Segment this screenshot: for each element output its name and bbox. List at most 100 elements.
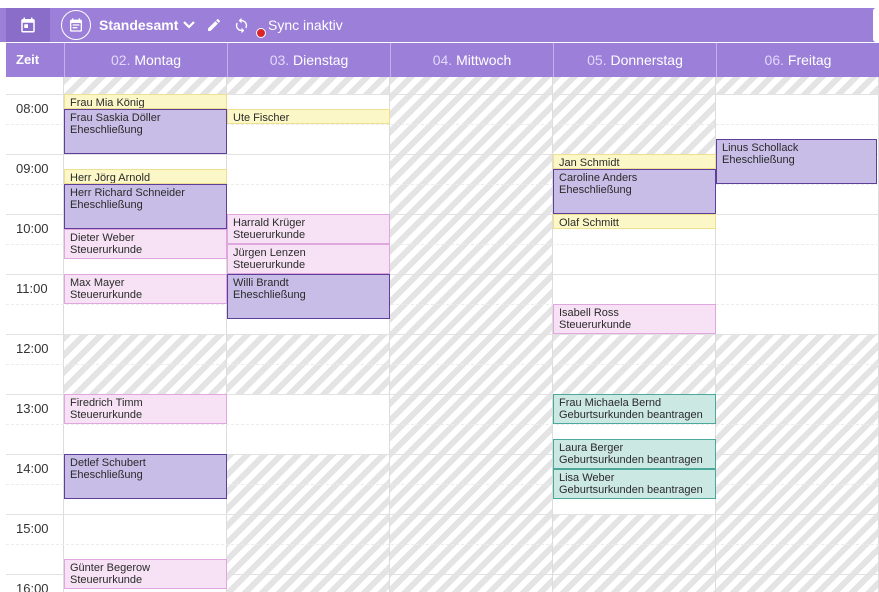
half-hour-line [6, 304, 879, 305]
unavailable-slot [64, 77, 226, 94]
status-dot-icon [256, 28, 266, 38]
day-number: 06. [764, 52, 784, 68]
zeit-header: Zeit [16, 52, 40, 67]
day-number: 05. [587, 52, 607, 68]
appointment-name: Max Mayer [70, 277, 125, 289]
appointment[interactable]: Frau Mia König [64, 94, 227, 109]
appointment[interactable]: Jürgen Lenzen Steuerurkunde [227, 244, 390, 274]
day-name: Freitag [787, 52, 832, 68]
day-name: Donnerstag [610, 52, 683, 68]
appointment-type: Eheschließung [70, 124, 143, 136]
calendar-view-button[interactable] [6, 8, 50, 42]
appointment[interactable]: Herr Jörg Arnold [64, 169, 227, 184]
appointment-name: Harrald Krüger [233, 217, 306, 229]
appointment-type: Eheschließung [70, 199, 143, 211]
toolbar: Standesamt Sync inaktiv [0, 8, 879, 42]
appointment[interactable]: Firedrich Timm Steuerurkunde [64, 394, 227, 424]
half-hour-line [6, 364, 879, 365]
day-header: Zeit 02. Montag 03. Dienstag 04. Mittwoc… [6, 43, 879, 77]
time-label: 13:00 [16, 401, 49, 416]
calendar-circle-icon [70, 18, 82, 32]
appointment-name: Willi Brandt [233, 277, 289, 289]
calendar-name[interactable]: Standesamt [99, 8, 178, 42]
appointment[interactable]: Olaf Schmitt [553, 214, 716, 229]
day-header-dienstag[interactable]: 03. Dienstag [227, 43, 390, 77]
calendar-icon [21, 17, 35, 33]
hour-line [6, 514, 879, 515]
appointment[interactable]: Harrald Krüger Steuerurkunde [227, 214, 390, 244]
appointment-type: Steuerurkunde [70, 574, 143, 586]
appointment[interactable]: Dieter Weber Steuerurkunde [64, 229, 227, 259]
appointment[interactable]: Herr Richard Schneider Eheschließung [64, 184, 227, 229]
calendar-picker-button[interactable] [61, 10, 91, 40]
time-label: 12:00 [16, 341, 49, 356]
day-header-mittwoch[interactable]: 04. Mittwoch [390, 43, 553, 77]
sync-icon[interactable] [233, 17, 250, 34]
appointment[interactable]: Jan Schmidt [553, 154, 716, 169]
appointment-type: Geburtsurkunden beantragen [559, 409, 703, 421]
time-label: 16:00 [16, 581, 49, 592]
appointment-name: Lisa Weber [559, 472, 615, 484]
appointment-type: Steuerurkunde [233, 229, 306, 241]
unavailable-slot [553, 514, 715, 592]
time-label: 15:00 [16, 521, 49, 536]
unavailable-slot [227, 77, 389, 94]
appointment[interactable]: Ute Fischer [227, 109, 390, 124]
appointment-name: Detlef Schubert [70, 457, 146, 469]
appointment[interactable]: Linus Schollack Eheschließung [716, 139, 877, 184]
appointment[interactable]: Frau Michaela Bernd Geburtsurkunden beant… [553, 394, 716, 424]
appointment-type: Eheschließung [559, 184, 632, 196]
sync-status: Sync inaktiv [268, 17, 343, 33]
appointment-name: Jürgen Lenzen [233, 247, 306, 259]
day-header-freitag[interactable]: 06. Freitag [716, 43, 879, 77]
appointment-type: Eheschließung [70, 469, 143, 481]
pencil-icon[interactable] [206, 17, 222, 33]
day-number: 02. [110, 52, 131, 68]
half-hour-line [6, 424, 879, 425]
appointment[interactable]: Lisa Weber Geburtsurkunden beantragen [553, 469, 716, 499]
appointment-name: Frau Saskia Döller [70, 112, 161, 124]
appointment[interactable]: Max Mayer Steuerurkunde [64, 274, 227, 304]
appointment-type: Eheschließung [722, 154, 795, 166]
hour-line [6, 334, 879, 335]
time-label: 09:00 [16, 161, 49, 176]
time-label: 08:00 [16, 101, 49, 116]
unavailable-slot [227, 454, 389, 592]
appointment[interactable]: Detlef Schubert Eheschließung [64, 454, 227, 499]
day-name: Mittwoch [456, 52, 512, 68]
appointment-name: Linus Schollack [722, 142, 799, 154]
calendar-app: Standesamt Sync inaktiv Zeit 02. Montag … [0, 0, 879, 592]
time-label: 10:00 [16, 221, 49, 236]
half-hour-line [6, 544, 879, 545]
time-label: 14:00 [16, 461, 49, 476]
appointment-name: Herr Richard Schneider [70, 187, 185, 199]
appointment-type: Geburtsurkunden beantragen [559, 454, 703, 466]
appointment-name: Herr Jörg Arnold [70, 172, 151, 184]
appointment-name: Firedrich Timm [70, 397, 143, 409]
calendar-grid: 08:00 09:00 10:00 11:00 12:00 13:00 14:0… [6, 77, 879, 592]
appointment[interactable]: Frau Saskia Döller Eheschließung [64, 109, 227, 154]
toolbar-edge [873, 8, 879, 42]
appointment[interactable]: Laura Berger Geburtsurkunden beantragen [553, 439, 716, 469]
appointment[interactable]: Caroline Anders Eheschließung [553, 169, 716, 214]
appointment-type: Steuerurkunde [70, 289, 143, 301]
day-header-montag[interactable]: 02. Montag [64, 43, 227, 77]
appointment[interactable]: Isabell Ross Steuerurkunde [553, 304, 716, 334]
appointment-name: Günter Begerow [70, 562, 151, 574]
appointment[interactable]: Günter Begerow Steuerurkunde [64, 559, 227, 589]
appointment[interactable]: Willi Brandt Eheschließung [227, 274, 390, 319]
appointment-name: Laura Berger [559, 442, 624, 454]
chevron-down-icon[interactable] [182, 19, 196, 31]
appointment-name: Caroline Anders [559, 172, 638, 184]
appointment-type: Steuerurkunde [233, 259, 306, 271]
day-name: Montag [134, 52, 182, 68]
appointment-name: Isabell Ross [559, 307, 619, 319]
appointment-name: Frau Mia König [70, 97, 145, 109]
unavailable-slot [716, 77, 878, 94]
day-number: 03. [269, 52, 290, 68]
appointment-name: Dieter Weber [70, 232, 135, 244]
time-label: 11:00 [16, 281, 48, 296]
day-header-donnerstag[interactable]: 05. Donnerstag [553, 43, 716, 77]
day-number: 04. [432, 52, 453, 68]
appointment-name: Frau Michaela Bernd [559, 397, 662, 409]
